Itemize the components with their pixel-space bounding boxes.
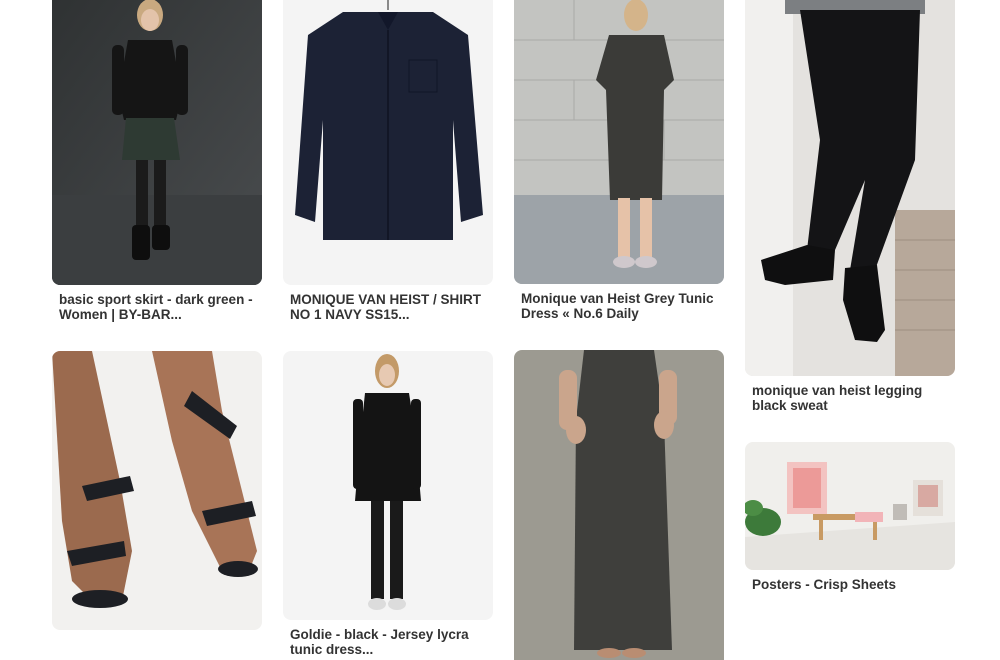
pin-card[interactable]	[52, 351, 262, 630]
pin-title[interactable]: MONIQUE VAN HEIST / SHIRT NO 1 NAVY SS15…	[283, 292, 493, 322]
pin-image[interactable]	[514, 350, 724, 660]
pin-title[interactable]: Goldie - black - Jersey lycra tunic dres…	[283, 627, 493, 657]
pin-card[interactable]: monique van heist legging black sweat	[745, 0, 955, 413]
pin-title[interactable]: Monique van Heist Grey Tunic Dress « No.…	[514, 291, 724, 321]
pin-card[interactable]: Monique van Heist Grey Tunic Dress « No.…	[514, 0, 724, 321]
pin-card[interactable]: Posters - Crisp Sheets	[745, 442, 955, 592]
pin-card[interactable]: MONIQUE VAN HEIST / SHIRT NO 1 NAVY SS15…	[283, 0, 493, 322]
pin-title[interactable]: basic sport skirt - dark green - Women |…	[52, 292, 262, 322]
pin-image[interactable]	[745, 442, 955, 570]
pin-card[interactable]: Goldie - black - Jersey lycra tunic dres…	[283, 351, 493, 657]
pin-image[interactable]	[514, 0, 724, 284]
pin-card[interactable]: basic sport skirt - dark green - Women |…	[52, 0, 262, 322]
pin-title[interactable]: monique van heist legging black sweat	[745, 383, 955, 413]
pin-image[interactable]	[52, 351, 262, 630]
pin-card[interactable]	[514, 350, 724, 660]
pin-title[interactable]: Posters - Crisp Sheets	[745, 577, 955, 592]
pin-image[interactable]	[745, 0, 955, 376]
pin-image[interactable]	[283, 351, 493, 620]
pin-image[interactable]	[283, 0, 493, 285]
pin-image[interactable]	[52, 0, 262, 285]
